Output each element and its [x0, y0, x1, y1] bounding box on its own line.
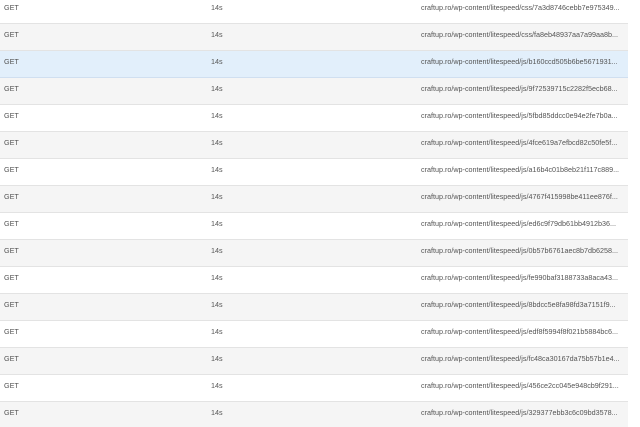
request-time: 14s [211, 84, 223, 93]
request-time: 14s [211, 111, 223, 120]
request-method: GET [4, 138, 19, 147]
request-time: 14s [211, 246, 223, 255]
request-time: 14s [211, 3, 223, 12]
request-url: craftup.ro/wp-content/litespeed/js/fe990… [421, 273, 618, 282]
request-method: GET [4, 300, 19, 309]
request-time: 14s [211, 165, 223, 174]
request-row[interactable]: GET 14s craftup.ro/wp-content/litespeed/js… [0, 294, 628, 321]
request-url: craftup.ro/wp-content/litespeed/js/32937… [421, 408, 618, 417]
request-method: GET [4, 165, 19, 174]
request-method: GET [4, 246, 19, 255]
request-time: 14s [211, 30, 223, 39]
request-row[interactable]: GET 14s craftup.ro/wp-content/litespeed/js… [0, 402, 628, 427]
request-time: 14s [211, 219, 223, 228]
request-time: 14s [211, 192, 223, 201]
request-row[interactable]: GET 14s craftup.ro/wp-content/litespeed/js… [0, 321, 628, 348]
request-time: 14s [211, 300, 223, 309]
request-row[interactable]: GET 14s craftup.ro/wp-content/litespeed/js… [0, 267, 628, 294]
request-row[interactable]: GET 14s craftup.ro/wp-content/litespeed/js… [0, 240, 628, 267]
request-row[interactable]: GET 14s craftup.ro/wp-content/litespeed/js… [0, 78, 628, 105]
request-method: GET [4, 381, 19, 390]
request-method: GET [4, 219, 19, 228]
request-row[interactable]: GET 14s craftup.ro/wp-content/litespeed/js… [0, 105, 628, 132]
request-row[interactable]: GET 14s craftup.ro/wp-content/litespeed/js… [0, 375, 628, 402]
request-url: craftup.ro/wp-content/litespeed/js/4767f… [421, 192, 618, 201]
request-url: craftup.ro/wp-content/litespeed/css/7a3d… [421, 3, 620, 12]
request-method: GET [4, 57, 19, 66]
request-url: craftup.ro/wp-content/litespeed/js/4fce6… [421, 138, 618, 147]
request-time: 14s [211, 408, 223, 417]
request-row[interactable]: GET 14s craftup.ro/wp-content/litespeed/cs… [0, 0, 628, 24]
request-method: GET [4, 327, 19, 336]
request-method: GET [4, 3, 19, 12]
request-url: craftup.ro/wp-content/litespeed/js/456ce… [421, 381, 619, 390]
request-row[interactable]: GET 14s craftup.ro/wp-content/litespeed/js… [0, 348, 628, 375]
request-url: craftup.ro/wp-content/litespeed/js/8bdcc… [421, 300, 616, 309]
request-url: craftup.ro/wp-content/litespeed/js/5fbd8… [421, 111, 618, 120]
request-time: 14s [211, 273, 223, 282]
request-row[interactable]: GET 14s craftup.ro/wp-content/litespeed/js… [0, 51, 628, 78]
request-method: GET [4, 84, 19, 93]
request-time: 14s [211, 327, 223, 336]
request-url: craftup.ro/wp-content/litespeed/css/fa8e… [421, 30, 618, 39]
request-url: craftup.ro/wp-content/litespeed/js/ed6c9… [421, 219, 616, 228]
request-url: craftup.ro/wp-content/litespeed/js/0b57b… [421, 246, 618, 255]
request-row[interactable]: GET 14s craftup.ro/wp-content/litespeed/js… [0, 186, 628, 213]
request-time: 14s [211, 57, 223, 66]
request-method: GET [4, 354, 19, 363]
request-url: craftup.ro/wp-content/litespeed/js/fc48c… [421, 354, 620, 363]
request-row[interactable]: GET 14s craftup.ro/wp-content/litespeed/js… [0, 132, 628, 159]
request-method: GET [4, 192, 19, 201]
request-row[interactable]: GET 14s craftup.ro/wp-content/litespeed/js… [0, 213, 628, 240]
request-url: craftup.ro/wp-content/litespeed/js/b160c… [421, 57, 618, 66]
request-url: craftup.ro/wp-content/litespeed/js/9f725… [421, 84, 618, 93]
network-request-table: GET 14s craftup.ro/wp-content/litespeed/cs… [0, 0, 628, 427]
request-method: GET [4, 273, 19, 282]
request-time: 14s [211, 354, 223, 363]
request-time: 14s [211, 138, 223, 147]
request-row[interactable]: GET 14s craftup.ro/wp-content/litespeed/cs… [0, 24, 628, 51]
request-method: GET [4, 30, 19, 39]
request-row[interactable]: GET 14s craftup.ro/wp-content/litespeed/js… [0, 159, 628, 186]
request-url: craftup.ro/wp-content/litespeed/js/edf8f… [421, 327, 618, 336]
request-url: craftup.ro/wp-content/litespeed/js/a16b4… [421, 165, 620, 174]
request-method: GET [4, 408, 19, 417]
request-method: GET [4, 111, 19, 120]
request-time: 14s [211, 381, 223, 390]
